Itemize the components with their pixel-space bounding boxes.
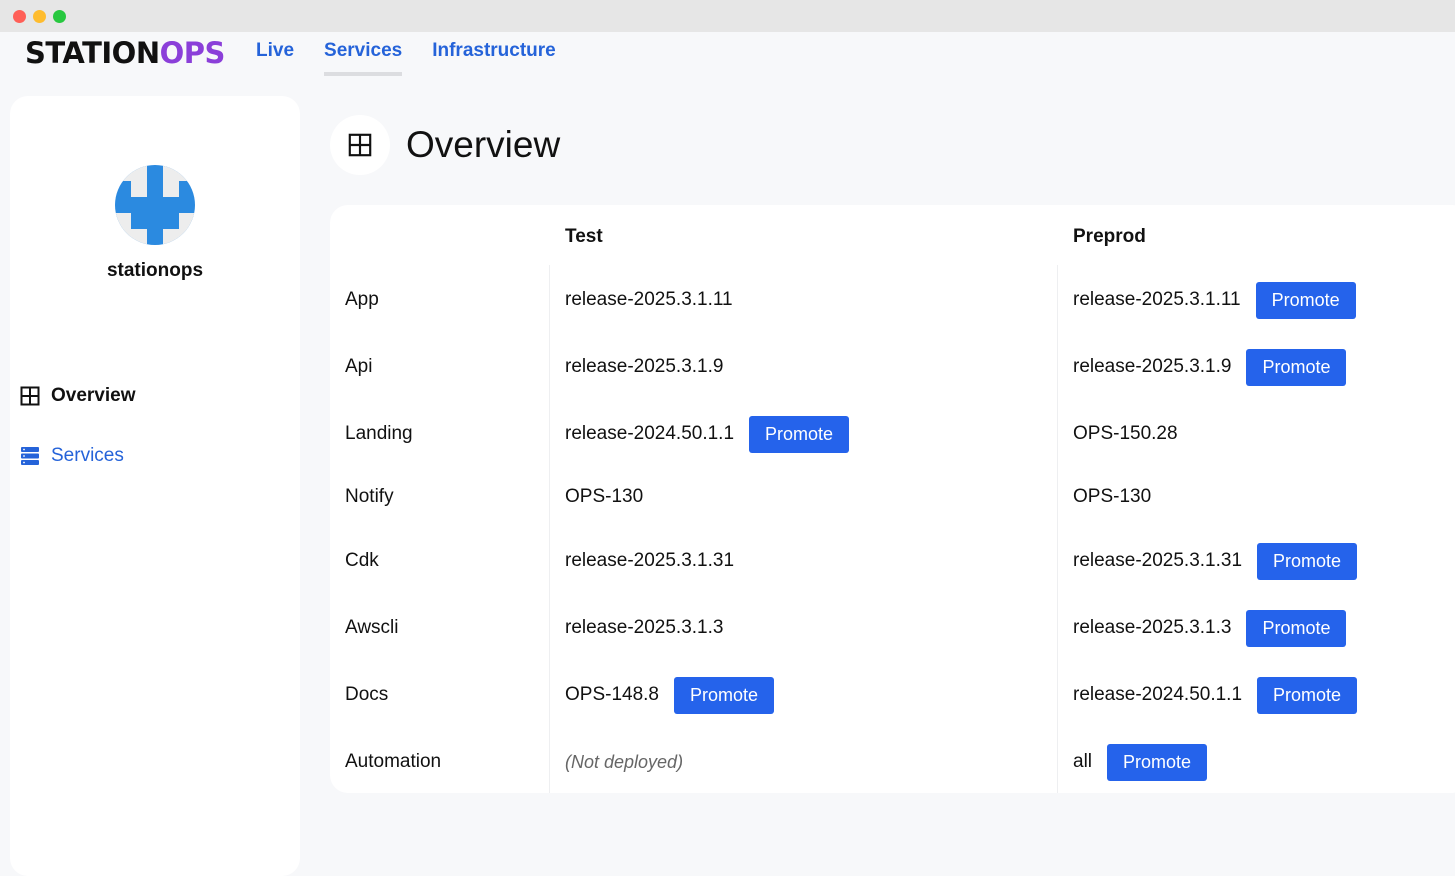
- table-row: Awscli release-2025.3.1.3 release-2025.3.1…: [330, 603, 1455, 653]
- nav-live[interactable]: Live: [256, 40, 294, 76]
- nav-services[interactable]: Services: [324, 40, 403, 76]
- service-name: Landing: [345, 423, 413, 444]
- server-stack-icon: [21, 447, 39, 465]
- column-header-preprod: Preprod: [1073, 226, 1146, 247]
- test-cell: release-2024.50.1.1 Promote: [565, 409, 850, 459]
- maximize-window-button[interactable]: [53, 10, 66, 23]
- column-header-test: Test: [565, 226, 603, 247]
- minimize-window-button[interactable]: [33, 10, 46, 23]
- org-avatar: [115, 165, 195, 245]
- test-version: release-2025.3.1.11: [565, 289, 733, 310]
- promote-preprod-button[interactable]: Promote: [1257, 676, 1358, 714]
- preprod-version: release-2025.3.1.3: [1073, 617, 1232, 638]
- test-version: OPS-130: [565, 486, 644, 507]
- promote-test-button[interactable]: Promote: [749, 415, 850, 453]
- preprod-cell: OPS-150.28: [1073, 409, 1178, 459]
- sidebar-item-label: Overview: [51, 385, 136, 406]
- preprod-cell: all Promote: [1073, 737, 1208, 787]
- preprod-version: release-2024.50.1.1: [1073, 684, 1243, 705]
- table-row: Docs OPS-148.8 Promote release-2024.50.1.1 P…: [330, 670, 1455, 720]
- sidebar-item-services[interactable]: Services: [20, 445, 124, 467]
- service-name: Automation: [345, 751, 442, 772]
- promote-test-button[interactable]: Promote: [674, 676, 775, 714]
- preprod-version: release-2025.3.1.9: [1073, 356, 1232, 377]
- test-cell: release-2025.3.1.3: [565, 603, 723, 653]
- test-cell: (Not deployed): [565, 737, 683, 787]
- preprod-version: OPS-130: [1073, 486, 1152, 507]
- service-name: Docs: [345, 684, 389, 705]
- table-row: Landing release-2024.50.1.1 Promote OPS-150…: [330, 409, 1455, 459]
- table-row: Automation (Not deployed) all Promote: [330, 737, 1455, 787]
- service-name: Notify: [345, 486, 394, 507]
- table-row: Notify OPS-130 OPS-130: [330, 472, 1455, 522]
- top-navigation: Live Services Infrastructure: [256, 40, 586, 76]
- preprod-cell: release-2025.3.1.31 Promote: [1073, 536, 1358, 586]
- promote-preprod-button[interactable]: Promote: [1246, 348, 1347, 386]
- preprod-version: OPS-150.28: [1073, 423, 1178, 444]
- service-name: App: [345, 289, 379, 310]
- table-row: Cdk release-2025.3.1.31 release-2025.3.1.3…: [330, 536, 1455, 586]
- test-cell: OPS-130: [565, 472, 643, 522]
- sidebar: stationops Overview Services: [10, 96, 300, 876]
- test-cell: OPS-148.8 Promote: [565, 670, 775, 720]
- brand-logo[interactable]: STATIONOPS: [25, 36, 225, 70]
- test-cell: release-2025.3.1.11: [565, 275, 733, 325]
- brand-name-main: STATION: [25, 36, 160, 70]
- grid-icon: [348, 133, 372, 157]
- test-version: (Not deployed): [565, 751, 684, 772]
- brand-name-accent: OPS: [159, 36, 226, 70]
- sidebar-item-label: Services: [51, 445, 124, 466]
- sidebar-item-overview[interactable]: Overview: [20, 385, 136, 407]
- test-version: release-2025.3.1.9: [565, 356, 724, 377]
- preprod-version: release-2025.3.1.31: [1073, 550, 1243, 571]
- page-title: Overview: [406, 124, 561, 165]
- service-name: Cdk: [345, 550, 379, 571]
- org-name: stationops: [106, 260, 204, 281]
- promote-preprod-button[interactable]: Promote: [1107, 743, 1208, 781]
- close-window-button[interactable]: [13, 10, 26, 23]
- test-version: release-2024.50.1.1: [565, 423, 735, 444]
- environments-table: Test Preprod App release-2025.3.1.11 relea…: [330, 205, 1455, 793]
- promote-preprod-button[interactable]: Promote: [1246, 609, 1347, 647]
- preprod-version: release-2025.3.1.11: [1073, 289, 1241, 310]
- test-version: OPS-148.8: [565, 684, 659, 705]
- table-row: App release-2025.3.1.11 release-2025.3.1.1…: [330, 275, 1455, 325]
- promote-preprod-button[interactable]: Promote: [1255, 281, 1356, 319]
- preprod-cell: release-2024.50.1.1 Promote: [1073, 670, 1358, 720]
- page-header: Overview: [330, 115, 560, 175]
- test-version: release-2025.3.1.31: [565, 550, 735, 571]
- test-cell: release-2025.3.1.31: [565, 536, 734, 586]
- promote-preprod-button[interactable]: Promote: [1257, 542, 1358, 580]
- grid-icon: [20, 386, 40, 406]
- preprod-cell: release-2025.3.1.9 Promote: [1073, 342, 1347, 392]
- window-titlebar: [0, 0, 1455, 32]
- service-name: Awscli: [345, 617, 399, 638]
- preprod-cell: OPS-130: [1073, 472, 1151, 522]
- table-row: Api release-2025.3.1.9 release-2025.3.1.9 P…: [330, 342, 1455, 392]
- test-cell: release-2025.3.1.9: [565, 342, 723, 392]
- service-name: Api: [345, 356, 373, 377]
- preprod-cell: release-2025.3.1.3 Promote: [1073, 603, 1347, 653]
- preprod-version: all: [1073, 751, 1093, 772]
- preprod-cell: release-2025.3.1.11 Promote: [1073, 275, 1356, 325]
- page-icon-badge: [330, 115, 390, 175]
- nav-infrastructure[interactable]: Infrastructure: [432, 40, 556, 76]
- test-version: release-2025.3.1.3: [565, 617, 724, 638]
